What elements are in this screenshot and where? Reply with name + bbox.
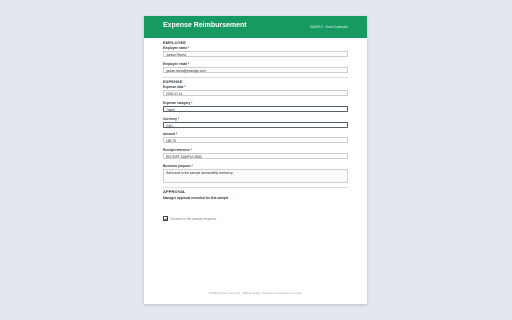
employee-name-value: Jordan Rivera (166, 52, 186, 57)
receipt-reference-label: Receipt reference * (163, 148, 192, 152)
checkmark-icon (164, 217, 169, 221)
form-footer-note: SAMPLE form test only · fillable simply,… (209, 291, 302, 295)
expense-category-label: Expense category * (163, 101, 193, 105)
employee-email-value: jordan.rivera@example.com (166, 68, 206, 73)
section-divider (163, 77, 348, 78)
section-approval-title: APPROVAL (163, 189, 186, 194)
employee-email-field[interactable]: jordan.rivera@example.com (163, 67, 348, 73)
manager-approval-label: Manager approval recorded for this sampl… (163, 196, 229, 200)
expense-date-field[interactable]: 2026-07-14 (163, 90, 348, 96)
expense-category-select[interactable]: Travel (163, 106, 348, 112)
business-purpose-textarea[interactable]: Rail travel to the sample accessibility … (163, 169, 348, 183)
section-employee-title: EMPLOYEE (163, 40, 187, 45)
employee-name-field[interactable]: Jordan Rivera (163, 51, 348, 57)
section-divider (163, 187, 348, 188)
receipt-reference-value: RECEIPT-SAMPLE-9060 (166, 154, 202, 159)
business-purpose-value: Rail travel to the sample accessibility … (166, 170, 234, 175)
expense-date-label: Expense date * (163, 85, 186, 89)
expense-form-sheet: Expense Reimbursement SAMPLE · Nova Exam… (144, 16, 367, 304)
expense-category-value: Travel (166, 107, 175, 112)
business-purpose-label: Business purpose * (163, 164, 193, 168)
section-expense-title: EXPENSE (163, 79, 183, 84)
manager-approval-checkbox[interactable] (163, 216, 169, 221)
currency-value: CAD (166, 123, 173, 128)
employee-name-label: Employee name * (163, 46, 190, 50)
expense-date-value: 2026-07-14 (166, 91, 183, 96)
currency-label: Currency * (163, 117, 180, 121)
amount-field[interactable]: 186.75 (163, 137, 348, 143)
manager-approval-checkbox-text: Checked in the sample response (170, 217, 217, 221)
form-title: Expense Reimbursement (163, 22, 247, 29)
sample-tag: SAMPLE · Nova Examples (309, 25, 348, 29)
employee-email-label: Employee email * (163, 62, 190, 66)
amount-label: Amount * (163, 132, 178, 136)
form-header-bar: Expense Reimbursement SAMPLE · Nova Exam… (144, 16, 367, 38)
receipt-reference-field[interactable]: RECEIPT-SAMPLE-9060 (163, 153, 348, 159)
amount-value: 186.75 (166, 138, 176, 143)
currency-select[interactable]: CAD (163, 122, 348, 128)
